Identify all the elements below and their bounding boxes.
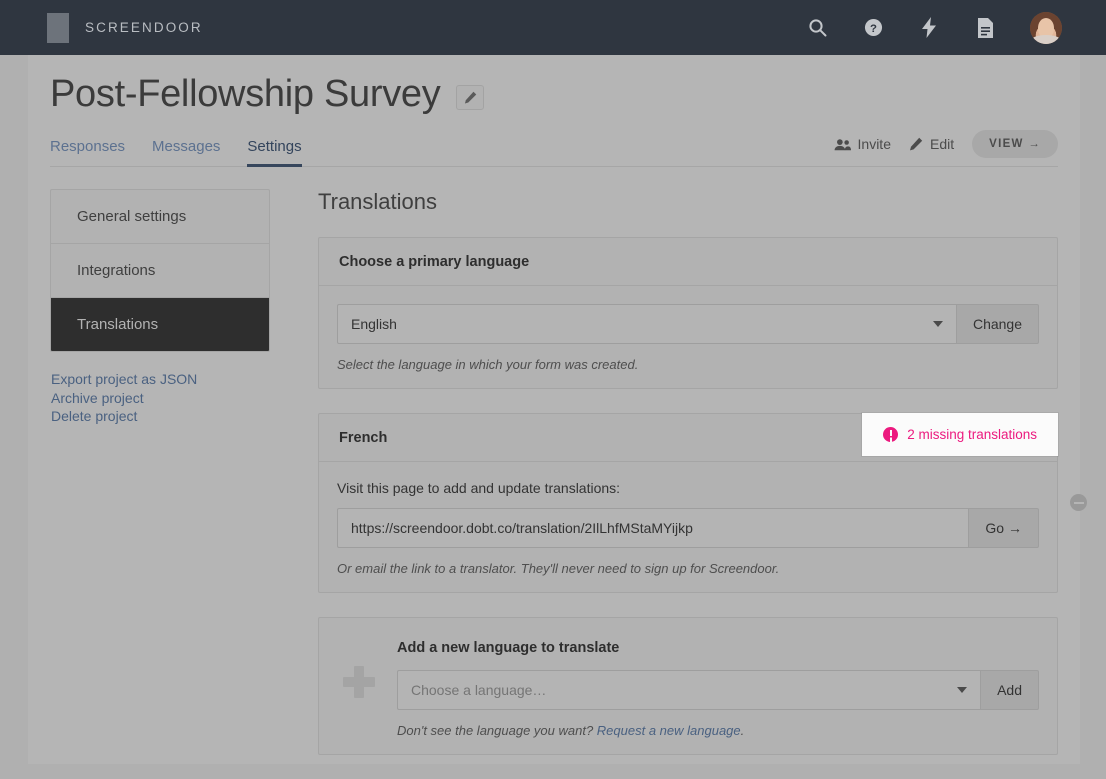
archive-project-link[interactable]: Archive project — [51, 389, 270, 408]
add-language-button[interactable]: Add — [980, 670, 1039, 710]
sidebar-item-general-settings[interactable]: General settings — [51, 190, 269, 244]
go-button[interactable]: Go → — [968, 508, 1039, 548]
add-language-helper-prefix: Don't see the language you want? — [397, 723, 597, 738]
project-tabs: Responses Messages Settings Invite Edit … — [50, 130, 1058, 167]
add-language-fields: Add a new language to translate Choose a… — [397, 640, 1039, 738]
primary-language-body: English Change Select the language in wh… — [319, 286, 1057, 388]
page-title-row: Post-Fellowship Survey — [28, 55, 1080, 116]
sidebar-item-integrations[interactable]: Integrations — [51, 244, 269, 298]
missing-translations-badge[interactable]: 2 missing translations — [862, 413, 1058, 456]
sidebar-item-translations[interactable]: Translations — [51, 298, 269, 351]
tab-messages[interactable]: Messages — [152, 138, 220, 167]
content-area: General settings Integrations Translatio… — [50, 189, 1087, 779]
plus-icon — [343, 666, 375, 698]
pencil-icon — [909, 137, 923, 151]
request-language-link[interactable]: Request a new language — [597, 723, 741, 738]
primary-language-helper: Select the language in which your form w… — [337, 357, 639, 372]
brand-logo[interactable]: SCREENDOOR — [47, 12, 203, 43]
document-icon[interactable] — [974, 17, 996, 39]
project-action-links: Export project as JSON Archive project D… — [50, 370, 270, 426]
people-icon — [834, 138, 851, 150]
chevron-down-icon — [957, 687, 968, 693]
add-language-helper: Don't see the language you want? Request… — [397, 723, 1039, 738]
primary-language-card: Choose a primary language English Change… — [318, 237, 1058, 389]
primary-language-field-row: English Change — [337, 304, 1039, 344]
delete-project-link[interactable]: Delete project — [51, 407, 270, 426]
french-body-label: Visit this page to add and update transl… — [337, 480, 621, 496]
page-title: Post-Fellowship Survey — [50, 73, 441, 115]
bolt-icon[interactable] — [918, 17, 940, 39]
add-language-body: Add a new language to translate Choose a… — [319, 618, 1057, 754]
missing-translations-label: 2 missing translations — [907, 427, 1037, 442]
pencil-icon — [464, 91, 477, 104]
tab-responses[interactable]: Responses — [50, 138, 125, 167]
svg-text:?: ? — [870, 23, 877, 35]
primary-language-value: English — [351, 316, 397, 332]
chevron-down-icon — [932, 321, 943, 327]
french-language-card: French 2 missing translations Visit this… — [318, 413, 1087, 593]
translation-url-row: https://screendoor.dobt.co/translation/2… — [337, 508, 1039, 548]
invite-label: Invite — [857, 136, 891, 152]
help-icon[interactable]: ? — [862, 17, 884, 39]
add-language-helper-suffix: . — [740, 723, 745, 738]
primary-language-select[interactable]: English — [337, 304, 956, 344]
avatar[interactable] — [1030, 11, 1062, 44]
section-title: Translations — [318, 189, 438, 214]
settings-sidebar: General settings Integrations Translatio… — [50, 189, 270, 779]
translation-url-field[interactable]: https://screendoor.dobt.co/translation/2… — [337, 508, 969, 548]
header-actions: Invite Edit VIEW → — [834, 130, 1058, 166]
page-container: Post-Fellowship Survey Responses Message… — [28, 55, 1087, 764]
screendoor-door-icon — [47, 12, 69, 43]
add-language-card: Add a new language to translate Choose a… — [318, 617, 1058, 755]
edit-label: Edit — [929, 136, 955, 152]
brand-name: SCREENDOOR — [85, 20, 203, 35]
view-button[interactable]: VIEW → — [972, 130, 1058, 158]
edit-title-button[interactable] — [456, 85, 485, 110]
change-language-button[interactable]: Change — [955, 304, 1039, 344]
top-nav-actions: ? — [806, 11, 1062, 44]
top-navigation-bar: SCREENDOOR ? — [0, 0, 1106, 55]
remove-language-button[interactable] — [1070, 494, 1087, 511]
french-helper: Or email the link to a translator. They'… — [337, 561, 780, 576]
translation-url-value: https://screendoor.dobt.co/translation/2… — [351, 520, 693, 536]
add-language-field-row: Choose a language… Add — [397, 670, 1039, 710]
french-language-body: Visit this page to add and update transl… — [319, 462, 1057, 592]
add-language-heading: Add a new language to translate — [397, 640, 620, 656]
primary-language-heading: Choose a primary language — [319, 238, 1057, 286]
edit-button[interactable]: Edit — [909, 136, 954, 152]
tab-settings[interactable]: Settings — [247, 138, 302, 167]
new-language-placeholder: Choose a language… — [411, 682, 547, 698]
settings-nav: General settings Integrations Translatio… — [50, 189, 270, 352]
translations-panel: Translations Choose a primary language E… — [270, 189, 1087, 779]
export-project-link[interactable]: Export project as JSON — [51, 370, 270, 389]
avatar-shoulder — [1032, 34, 1060, 44]
search-icon[interactable] — [806, 17, 828, 39]
invite-button[interactable]: Invite — [834, 136, 891, 152]
alert-icon — [883, 427, 899, 442]
new-language-select[interactable]: Choose a language… — [397, 670, 981, 710]
